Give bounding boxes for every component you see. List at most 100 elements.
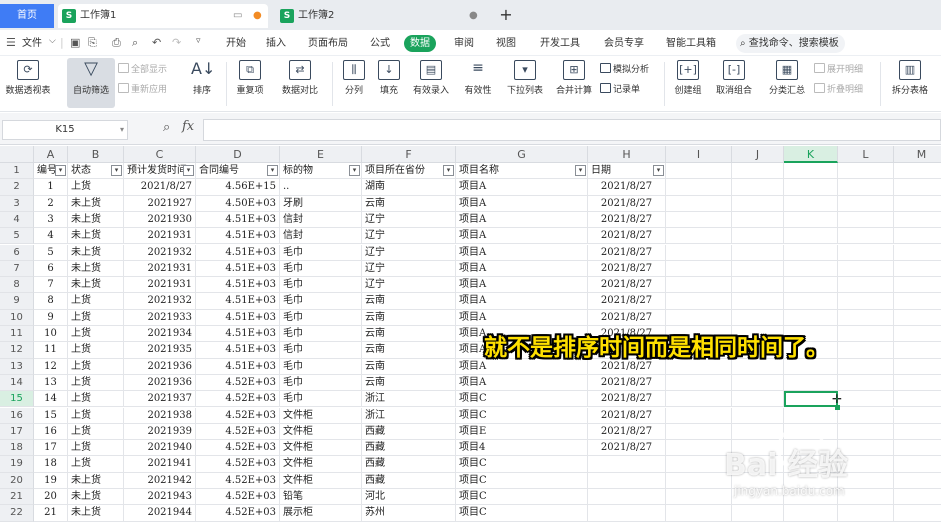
row-header-9[interactable]: 9: [0, 293, 34, 310]
table-cell[interactable]: 4.51E+03: [196, 309, 280, 326]
table-cell[interactable]: 文件柜: [280, 456, 362, 473]
table-cell[interactable]: [838, 342, 894, 359]
table-cell[interactable]: [732, 391, 784, 408]
table-cell[interactable]: 辽宁: [362, 277, 456, 294]
table-cell[interactable]: 2021932: [124, 244, 196, 261]
zoom-icon[interactable]: ⌕: [163, 120, 170, 135]
column-header-k[interactable]: K: [784, 146, 838, 163]
header-cell[interactable]: [666, 163, 732, 180]
table-cell[interactable]: 2021938: [124, 407, 196, 424]
table-cell[interactable]: [894, 293, 941, 310]
table-cell[interactable]: 2021942: [124, 472, 196, 489]
table-cell[interactable]: 1: [34, 179, 68, 196]
fill-button[interactable]: ↓ 填充: [373, 58, 405, 108]
filter-dropdown-icon[interactable]: ▾: [443, 165, 454, 176]
table-cell[interactable]: [894, 424, 941, 441]
table-cell[interactable]: [732, 277, 784, 294]
validity-button[interactable]: ≡ 有效性: [458, 58, 498, 108]
table-cell[interactable]: 13: [34, 374, 68, 392]
table-cell[interactable]: 4.51E+03: [196, 228, 280, 245]
table-cell[interactable]: 4.52E+03: [196, 391, 280, 408]
table-cell[interactable]: 浙江: [362, 407, 456, 424]
table-cell[interactable]: 云南: [362, 293, 456, 310]
close-dot-icon[interactable]: ●: [469, 4, 478, 28]
hamburger-icon[interactable]: ☰: [6, 36, 16, 49]
table-cell[interactable]: 云南: [362, 358, 456, 375]
table-cell[interactable]: [732, 423, 784, 441]
table-cell[interactable]: 6: [34, 260, 68, 278]
table-cell[interactable]: [732, 211, 784, 229]
table-cell[interactable]: 2021/8/27: [588, 211, 666, 229]
table-cell[interactable]: [838, 358, 894, 375]
filter-dropdown-icon[interactable]: ▾: [349, 165, 360, 176]
table-cell[interactable]: 上货: [68, 293, 124, 310]
table-cell[interactable]: 辽宁: [362, 228, 456, 245]
table-cell[interactable]: 未上货: [68, 244, 124, 261]
table-cell[interactable]: 未上货: [68, 260, 124, 278]
table-cell[interactable]: 辽宁: [362, 211, 456, 229]
table-cell[interactable]: [666, 309, 732, 326]
table-cell[interactable]: 毛巾: [280, 342, 362, 359]
table-cell[interactable]: 信封: [280, 228, 362, 245]
table-cell[interactable]: [732, 505, 784, 522]
table-cell[interactable]: 2021934: [124, 326, 196, 343]
table-cell[interactable]: 2: [34, 195, 68, 212]
table-cell[interactable]: [784, 309, 838, 326]
table-cell[interactable]: [784, 293, 838, 310]
table-cell[interactable]: [666, 260, 732, 278]
header-cell[interactable]: [894, 163, 941, 180]
table-cell[interactable]: [894, 228, 941, 245]
row-header-12[interactable]: 12: [0, 342, 34, 359]
table-cell[interactable]: 文件柜: [280, 407, 362, 424]
chevron-down-icon[interactable]: ▾: [120, 121, 124, 139]
filter-dropdown-icon[interactable]: ▾: [183, 165, 194, 176]
redo-icon[interactable]: ↷: [172, 36, 181, 49]
table-cell[interactable]: [732, 228, 784, 245]
table-cell[interactable]: [838, 179, 894, 196]
table-cell[interactable]: [894, 261, 941, 278]
menu-smart-toolbox[interactable]: 智能工具箱: [666, 35, 716, 52]
table-cell[interactable]: 项目E: [456, 423, 588, 441]
table-cell[interactable]: [666, 244, 732, 261]
table-cell[interactable]: 未上货: [68, 277, 124, 294]
menu-member[interactable]: 会员专享: [604, 35, 644, 52]
table-cell[interactable]: [894, 391, 941, 408]
new-tab-button[interactable]: +: [496, 4, 516, 26]
more-chevron-icon[interactable]: ▿: [196, 36, 201, 46]
table-cell[interactable]: [838, 195, 894, 212]
header-cell[interactable]: 标的物 ▾: [280, 163, 362, 180]
table-cell[interactable]: 毛巾: [280, 374, 362, 392]
table-cell[interactable]: 项目C: [456, 505, 588, 522]
menu-insert[interactable]: 插入: [266, 35, 286, 52]
table-cell[interactable]: 16: [34, 423, 68, 441]
table-cell[interactable]: 西藏: [362, 423, 456, 441]
table-cell[interactable]: 2021/8/27: [588, 179, 666, 196]
formula-input[interactable]: [203, 119, 941, 141]
table-cell[interactable]: 4.52E+03: [196, 472, 280, 489]
row-header-19[interactable]: 19: [0, 456, 34, 473]
table-cell[interactable]: 4.51E+03: [196, 342, 280, 359]
sort-button[interactable]: A↓ 排序: [186, 58, 218, 108]
fx-icon[interactable]: fx: [182, 119, 194, 134]
table-cell[interactable]: [784, 277, 838, 294]
header-cell[interactable]: [838, 163, 894, 180]
table-cell[interactable]: 4.52E+03: [196, 456, 280, 473]
table-cell[interactable]: 10: [34, 326, 68, 343]
column-header-f[interactable]: F: [362, 146, 456, 163]
table-cell[interactable]: 项目4: [456, 440, 588, 457]
table-cell[interactable]: 15: [34, 407, 68, 424]
table-cell[interactable]: 未上货: [68, 211, 124, 229]
table-cell[interactable]: 4.51E+03: [196, 326, 280, 343]
dropdown-list-button[interactable]: ▾ 下拉列表: [503, 58, 547, 108]
table-cell[interactable]: 2021/8/27: [588, 391, 666, 408]
column-header-d[interactable]: D: [196, 146, 280, 163]
table-cell[interactable]: 2021/8/27: [588, 309, 666, 326]
table-cell[interactable]: [666, 472, 732, 489]
row-header-7[interactable]: 7: [0, 260, 34, 278]
table-cell[interactable]: [784, 505, 838, 522]
row-header-21[interactable]: 21: [0, 489, 34, 506]
table-cell[interactable]: 云南: [362, 326, 456, 343]
header-cell[interactable]: 编号 ▾: [34, 163, 68, 180]
table-cell[interactable]: 云南: [362, 195, 456, 212]
table-cell[interactable]: 湖南: [362, 179, 456, 196]
